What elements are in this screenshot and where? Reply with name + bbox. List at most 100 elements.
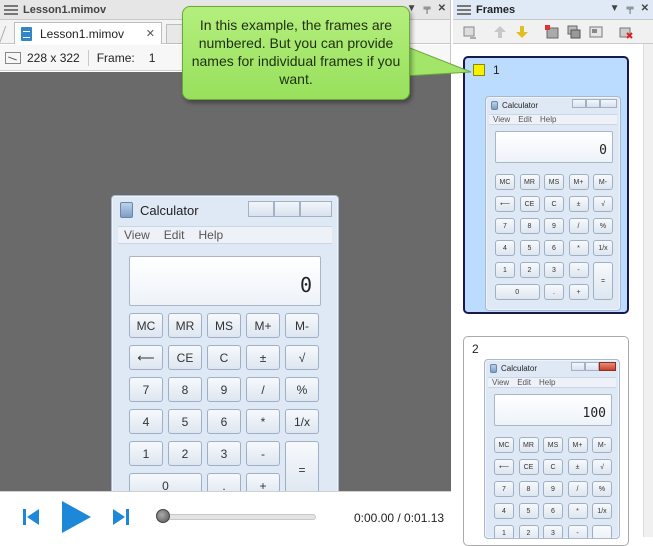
pin-icon[interactable]: ╤ [424,3,431,14]
calc-key-mminus[interactable]: M- [592,437,612,453]
calc-key-n8[interactable]: 8 [519,218,540,234]
menu-item-view[interactable]: View [492,378,509,387]
calc-key-n2[interactable]: 2 [168,441,202,466]
calc-key-back[interactable]: ⟵ [129,345,163,370]
new-frame-icon[interactable] [545,25,559,39]
calc-key-inv[interactable]: 1/x [592,503,612,519]
frame-number-field[interactable]: 1 [149,51,156,65]
maximize-button[interactable] [274,201,300,217]
minimize-button[interactable] [572,99,586,108]
calc-key-pm[interactable]: ± [567,459,588,475]
calc-key-sqrt[interactable]: √ [593,196,613,212]
calc-key-n7[interactable]: 7 [495,218,515,234]
calc-key-c[interactable]: C [543,459,563,475]
calc-key-n5[interactable]: 5 [168,409,202,434]
frame-card-1[interactable]: 1 Calculator View Edit Help 0 MC MR MS M+ M- ⟵ CE C ±… [463,56,629,314]
calc-key-ms[interactable]: MS [544,174,564,190]
calc-key-n4[interactable]: 4 [494,503,514,519]
calc-key-mminus[interactable]: M- [593,174,613,190]
calc-key-sub[interactable]: - [246,441,280,466]
calc-key-mplus[interactable]: M+ [567,437,588,453]
calc-key-mminus[interactable]: M- [285,313,319,338]
calc-key-n9[interactable]: 9 [543,481,563,497]
menu-item-view[interactable]: View [493,115,510,124]
calc-key-n5[interactable]: 5 [518,503,539,519]
vertical-scrollbar[interactable] [643,44,653,537]
timeline-knob[interactable] [156,509,170,523]
skip-back-icon[interactable] [22,508,40,526]
calc-key-add[interactable]: + [568,284,589,300]
calc-key-n8[interactable]: 8 [168,377,202,402]
tab-lesson1[interactable]: Lesson1.mimov ✕ [14,22,162,44]
frame-properties-icon[interactable] [589,25,603,39]
calc-key-n7[interactable]: 7 [129,377,163,402]
insert-frame-icon[interactable] [463,25,477,39]
grip-icon[interactable] [457,4,471,15]
calc-key-c[interactable]: C [207,345,241,370]
menu-item-help[interactable]: Help [540,115,556,124]
calc-key-eq[interactable]: = [593,262,613,300]
calc-key-n3[interactable]: 3 [207,441,241,466]
calc-key-dot[interactable]: . [544,284,564,300]
calc-key-n3[interactable]: 3 [544,262,564,278]
dropdown-icon[interactable]: ▼ [610,3,620,14]
move-up-icon[interactable] [493,25,507,39]
menu-item-edit[interactable]: Edit [518,115,532,124]
calc-key-n0[interactable]: 0 [495,284,540,300]
calc-key-n6[interactable]: 6 [544,240,564,256]
maximize-button[interactable] [586,99,600,108]
frame-card-2[interactable]: 2 Calculator View Edit Help 100 MC MR MS M+ M- ⟵ CE… [463,336,629,546]
calc-key-pct[interactable]: % [593,218,613,234]
calc-key-inv[interactable]: 1/x [285,409,319,434]
calc-key-mc[interactable]: MC [129,313,163,338]
close-button[interactable] [599,362,616,371]
calc-key-inv[interactable]: 1/x [593,240,613,256]
calc-key-n1[interactable]: 1 [495,262,515,278]
calc-key-n9[interactable]: 9 [207,377,241,402]
menu-item-help[interactable]: Help [539,378,555,387]
tab-close-icon[interactable]: ✕ [146,27,155,40]
calc-key-mul[interactable]: * [567,503,588,519]
calc-key-eq[interactable]: = [285,441,319,498]
calc-key-mc[interactable]: MC [495,174,515,190]
calc-key-div[interactable]: / [568,218,589,234]
calc-key-pct[interactable]: % [592,481,612,497]
calc-key-n7[interactable]: 7 [494,481,514,497]
close-button[interactable] [600,99,617,108]
calc-key-back[interactable]: ⟵ [495,196,515,212]
calc-key-n9[interactable]: 9 [544,218,564,234]
menu-item-edit[interactable]: Edit [164,228,185,242]
calc-key-n4[interactable]: 4 [495,240,515,256]
menu-item-view[interactable]: View [124,228,150,242]
move-down-icon[interactable] [515,25,529,39]
calc-key-div[interactable]: / [567,481,588,497]
calc-key-sqrt[interactable]: √ [285,345,319,370]
calc-key-ms[interactable]: MS [207,313,241,338]
calc-key-mplus[interactable]: M+ [246,313,280,338]
grip-icon[interactable] [4,4,18,15]
calc-key-sub[interactable]: - [568,262,589,278]
timeline-track[interactable] [162,514,316,520]
calc-key-mr[interactable]: MR [168,313,202,338]
skip-forward-icon[interactable] [112,508,130,526]
maximize-button[interactable] [585,362,599,371]
calc-key-mul[interactable]: * [568,240,589,256]
calc-key-ce[interactable]: CE [519,196,540,212]
pin-icon[interactable]: ╤ [627,3,634,14]
calc-key-mplus[interactable]: M+ [568,174,589,190]
calc-key-ms[interactable]: MS [543,437,563,453]
calc-key-n2[interactable]: 2 [519,262,540,278]
menu-item-edit[interactable]: Edit [517,378,531,387]
calc-key-n1[interactable]: 1 [129,441,163,466]
minimize-button[interactable] [571,362,585,371]
duplicate-frame-icon[interactable] [567,25,581,39]
calc-key-back[interactable]: ⟵ [494,459,514,475]
calc-key-pm[interactable]: ± [246,345,280,370]
calc-key-pct[interactable]: % [285,377,319,402]
calc-key-n6[interactable]: 6 [543,503,563,519]
minimize-button[interactable] [248,201,274,217]
calc-key-mr[interactable]: MR [518,437,539,453]
delete-frame-icon[interactable] [619,25,633,39]
calc-key-ce[interactable]: CE [518,459,539,475]
menu-item-help[interactable]: Help [198,228,223,242]
